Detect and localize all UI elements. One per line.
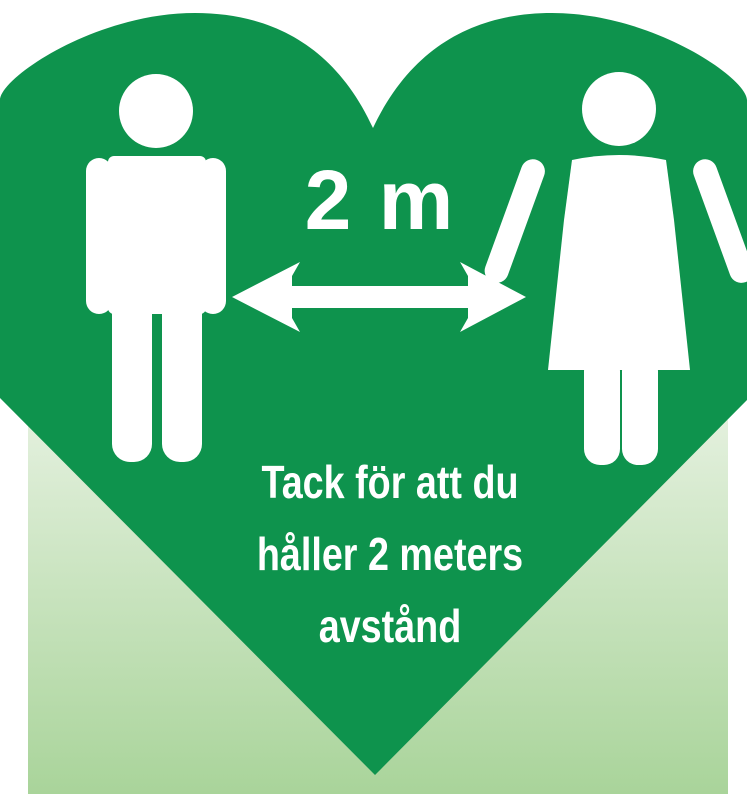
message-line: Tack för att du [261,456,519,508]
sign-graphic [0,13,747,794]
distance-sign: 2 m Tack för att du håller 2 meters avst… [0,0,747,794]
message-line: avstånd [318,600,462,652]
distance-label: 2 m [304,153,456,247]
message-text: Tack för att du håller 2 meters avstånd [201,446,578,662]
message-line: håller 2 meters [256,528,524,580]
